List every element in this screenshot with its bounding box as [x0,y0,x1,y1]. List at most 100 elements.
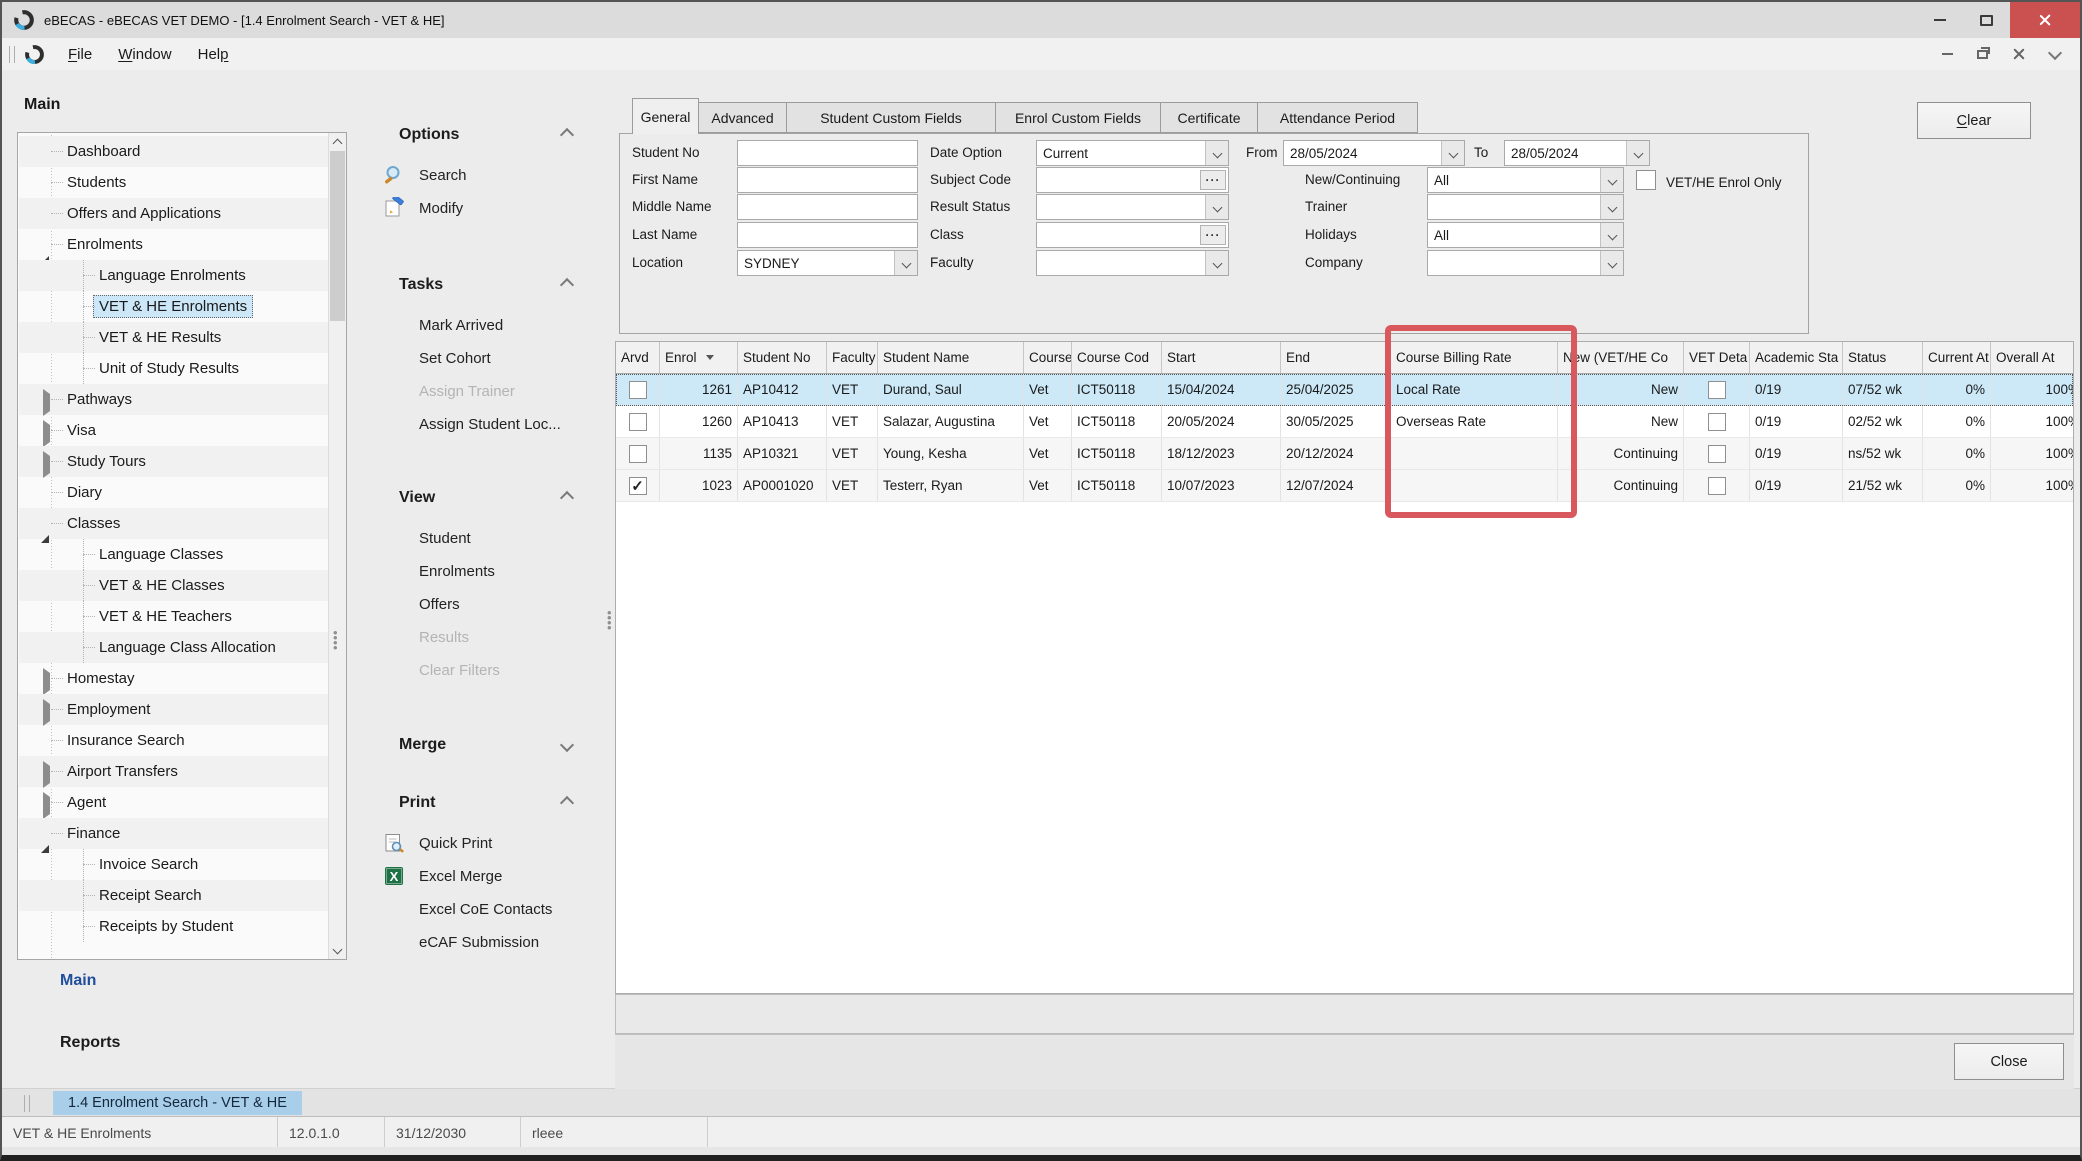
minimize-button[interactable] [1916,2,1963,38]
action-offers[interactable]: Offers [352,588,602,621]
table-row[interactable]: 1260AP10413VETSalazar, AugustinaVetICT50… [616,406,2073,438]
cell-overall-at[interactable]: 100% [1991,470,2074,501]
close-window-button[interactable] [2010,2,2080,38]
cell-arvd[interactable] [616,470,660,501]
chevron-down-icon[interactable] [1626,141,1649,165]
mdi-restore-icon[interactable] [1977,50,1988,59]
tree-item-offers-and-applications[interactable]: Offers and Applications [19,198,328,229]
menu-item-window[interactable]: Window [105,42,184,67]
action-assign-student-loc[interactable]: Assign Student Loc... [352,408,602,441]
cell-current-at[interactable]: 0% [1923,438,1991,469]
tree-item-finance[interactable]: Finance [19,818,328,849]
row-checkbox[interactable] [1708,381,1726,399]
tree-item-study-tours[interactable]: Study Tours [19,446,328,477]
cell-vet-deta[interactable] [1684,406,1750,437]
cell-current-at[interactable]: 0% [1923,374,1991,405]
ellipsis-button[interactable]: ··· [1200,225,1226,245]
chevron-up-icon[interactable] [560,278,574,292]
mdi-close-icon[interactable] [2012,47,2026,61]
menu-item-file[interactable]: File [55,42,105,67]
chevron-down-icon[interactable] [1600,168,1623,192]
expanded-arrow-icon[interactable] [41,239,53,251]
section-merge-header[interactable]: Merge [352,732,602,758]
column-header-course-cod[interactable]: Course Cod [1072,342,1162,373]
collapsed-arrow-icon[interactable] [41,673,53,685]
menu-item-help[interactable]: Help [185,42,242,67]
result-status-dropdown[interactable] [1036,194,1229,220]
column-header-academic-sta[interactable]: Academic Sta [1750,342,1843,373]
splitter-handle-left[interactable]: •••• [333,630,337,650]
row-checkbox[interactable] [629,477,647,495]
tab-general[interactable]: General [632,98,699,134]
collapsed-arrow-icon[interactable] [41,797,53,809]
tree-item-invoice-search[interactable]: Invoice Search [19,849,328,880]
splitter-handle-right[interactable]: •••• [607,610,611,630]
column-header-vet-deta[interactable]: VET Deta [1684,342,1750,373]
clear-button[interactable]: Clear [1917,102,2031,139]
action-mark-arrived[interactable]: Mark Arrived [352,309,602,342]
sort-arrow-icon[interactable] [706,355,714,360]
action-search[interactable]: Search [352,159,602,192]
column-header-student-name[interactable]: Student Name [878,342,1024,373]
tree-item-receipt-search[interactable]: Receipt Search [19,880,328,911]
column-header-start[interactable]: Start [1162,342,1281,373]
tree-item-enrolments[interactable]: Enrolments [19,229,328,260]
date-option-dropdown[interactable]: Current [1036,140,1229,166]
cell-end[interactable]: 30/05/2025 [1281,406,1391,437]
chevron-down-icon[interactable] [1600,223,1623,247]
section-tasks-header[interactable]: Tasks [352,272,602,298]
faculty-dropdown[interactable] [1036,250,1229,276]
action-set-cohort[interactable]: Set Cohort [352,342,602,375]
cell-course-cod[interactable]: ICT50118 [1072,438,1162,469]
last-name-input[interactable] [737,222,918,248]
cell-overall-at[interactable]: 100% [1991,374,2074,405]
student-no-input[interactable] [737,140,918,166]
cell-student-no[interactable]: AP0001020 [738,470,827,501]
cell-faculty[interactable]: VET [827,374,878,405]
cell-vet-deta[interactable] [1684,470,1750,501]
collapsed-arrow-icon[interactable] [41,394,53,406]
cell-course[interactable]: Vet [1024,374,1072,405]
cell-end[interactable]: 25/04/2025 [1281,374,1391,405]
section-options-header[interactable]: Options [352,122,602,148]
tree-item-visa[interactable]: Visa [19,415,328,446]
cell-student-name[interactable]: Durand, Saul [878,374,1024,405]
subject-code-input[interactable]: ··· [1036,167,1229,193]
tree-item-employment[interactable]: Employment [19,694,328,725]
tree-item-language-enrolments[interactable]: Language Enrolments [19,260,328,291]
tree-item-language-class-allocation[interactable]: Language Class Allocation [19,632,328,663]
vet-he-enrol-only-checkbox[interactable] [1636,170,1656,190]
collapsed-arrow-icon[interactable] [41,704,53,716]
nav-section-main[interactable]: Main [60,972,96,990]
action-excel-coe-contacts[interactable]: Excel CoE Contacts [352,893,602,926]
action-excel-merge[interactable]: XExcel Merge [352,860,602,893]
holidays-dropdown[interactable]: All [1427,222,1624,248]
scroll-down-icon[interactable] [329,942,346,959]
chevron-down-icon[interactable] [894,251,917,275]
tree-item-unit-of-study-results[interactable]: Unit of Study Results [19,353,328,384]
tree-item-agent[interactable]: Agent [19,787,328,818]
chevron-down-icon[interactable] [1600,251,1623,275]
chevron-down-icon[interactable] [1205,251,1228,275]
cell-status[interactable]: ns/52 wk [1843,438,1923,469]
cell-student-name[interactable]: Young, Kesha [878,438,1024,469]
from-date-dropdown[interactable]: 28/05/2024 [1283,140,1465,166]
tree-scrollbar[interactable] [328,133,346,959]
trainer-dropdown[interactable] [1427,194,1624,220]
cell-faculty[interactable]: VET [827,470,878,501]
cell-arvd[interactable] [616,438,660,469]
cell-faculty[interactable]: VET [827,406,878,437]
tab-certificate[interactable]: Certificate [1161,102,1258,133]
cell-status[interactable]: 07/52 wk [1843,374,1923,405]
cell-enrol[interactable]: 1023 [660,470,738,501]
tree-item-students[interactable]: Students [19,167,328,198]
scroll-up-icon[interactable] [329,133,346,150]
tree-item-diary[interactable]: Diary [19,477,328,508]
collapsed-arrow-icon[interactable] [41,456,53,468]
chevron-down-icon[interactable] [1600,195,1623,219]
table-row[interactable]: 1023AP0001020VETTesterr, RyanVetICT50118… [616,470,2073,502]
tree-item-airport-transfers[interactable]: Airport Transfers [19,756,328,787]
tab-enrol-custom-fields[interactable]: Enrol Custom Fields [996,102,1161,133]
chevron-down-icon[interactable] [1205,141,1228,165]
expanded-arrow-icon[interactable] [41,518,53,530]
